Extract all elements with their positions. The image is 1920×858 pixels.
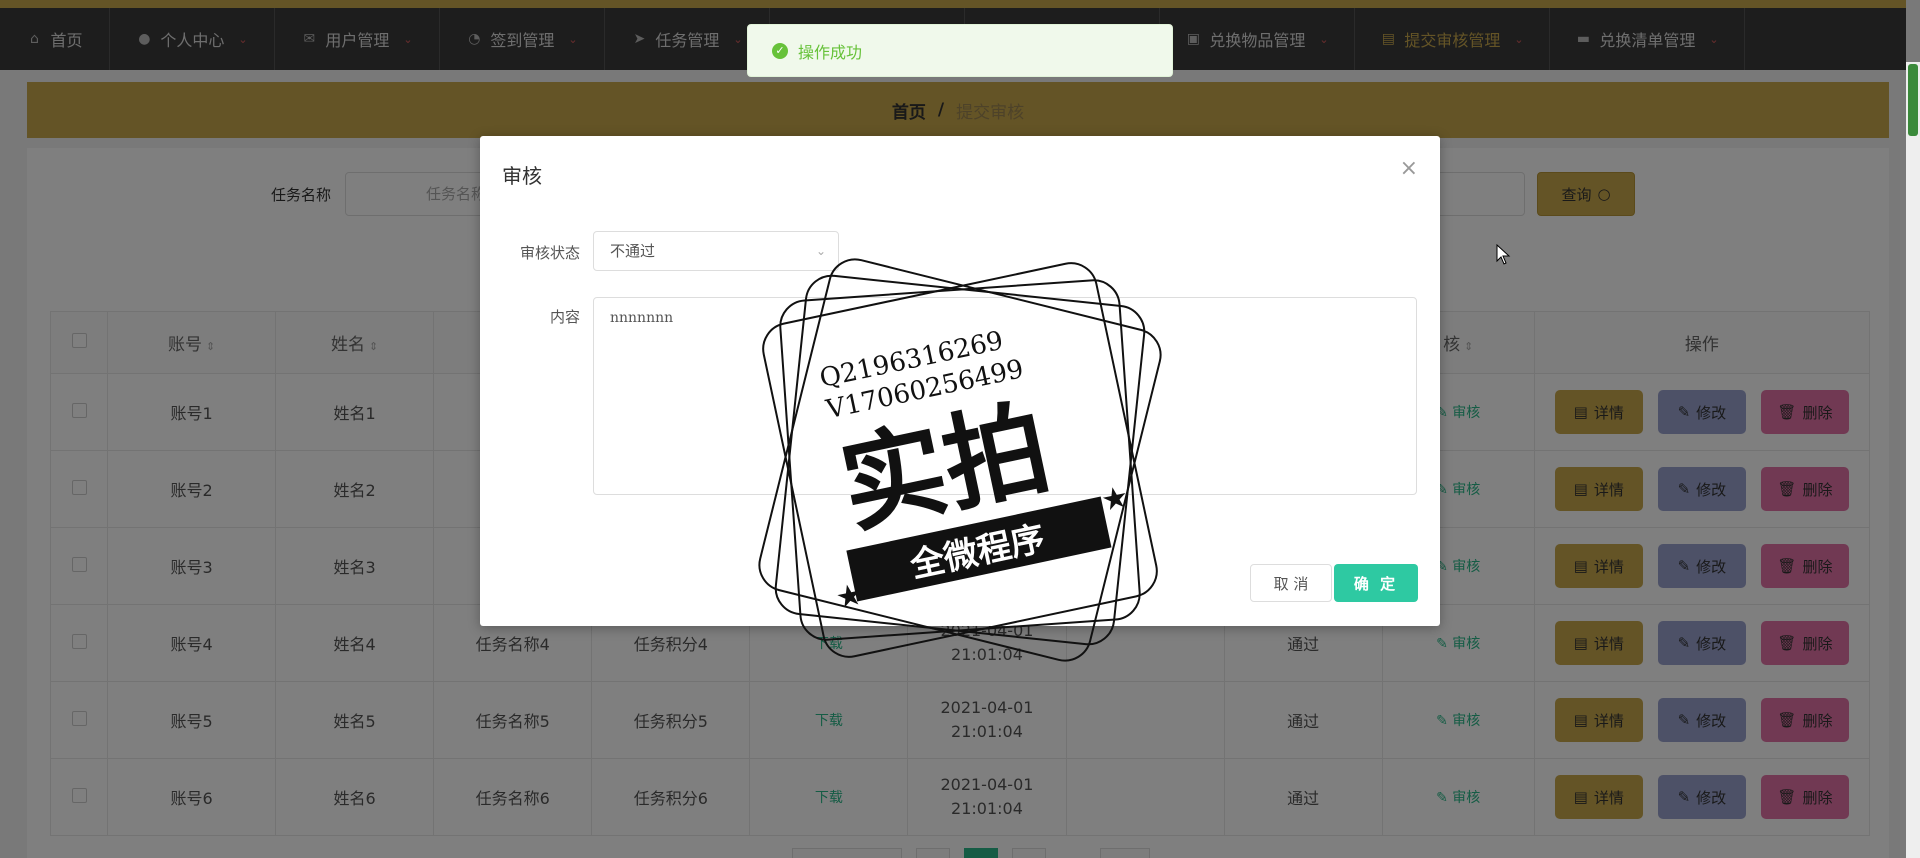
status-select-value: 不通过 [610, 242, 656, 260]
chevron-down-icon: ⌄ [815, 244, 826, 258]
check-circle-icon: ✓ [772, 42, 788, 59]
scrollbar-thumb[interactable] [1908, 64, 1918, 136]
toast-message: 操作成功 [798, 42, 863, 62]
content-textarea[interactable]: nnnnnnn [593, 297, 1417, 495]
status-select[interactable]: 不通过 ⌄ [593, 231, 839, 271]
close-icon[interactable]: × [1400, 156, 1418, 181]
page-scrollbar[interactable] [1906, 62, 1920, 858]
cancel-button[interactable]: 取 消 [1250, 564, 1332, 602]
confirm-button[interactable]: 确 定 [1334, 564, 1418, 602]
review-dialog: 审核 × 审核状态 不通过 ⌄ 内容 nnnnnnn 取 消 确 定 [480, 136, 1440, 626]
mouse-cursor-icon [1496, 244, 1511, 265]
dialog-title: 审核 [502, 164, 542, 188]
status-label: 审核状态 [519, 244, 580, 262]
success-toast: ✓ 操作成功 [747, 24, 1173, 77]
content-label: 内容 [549, 308, 580, 326]
